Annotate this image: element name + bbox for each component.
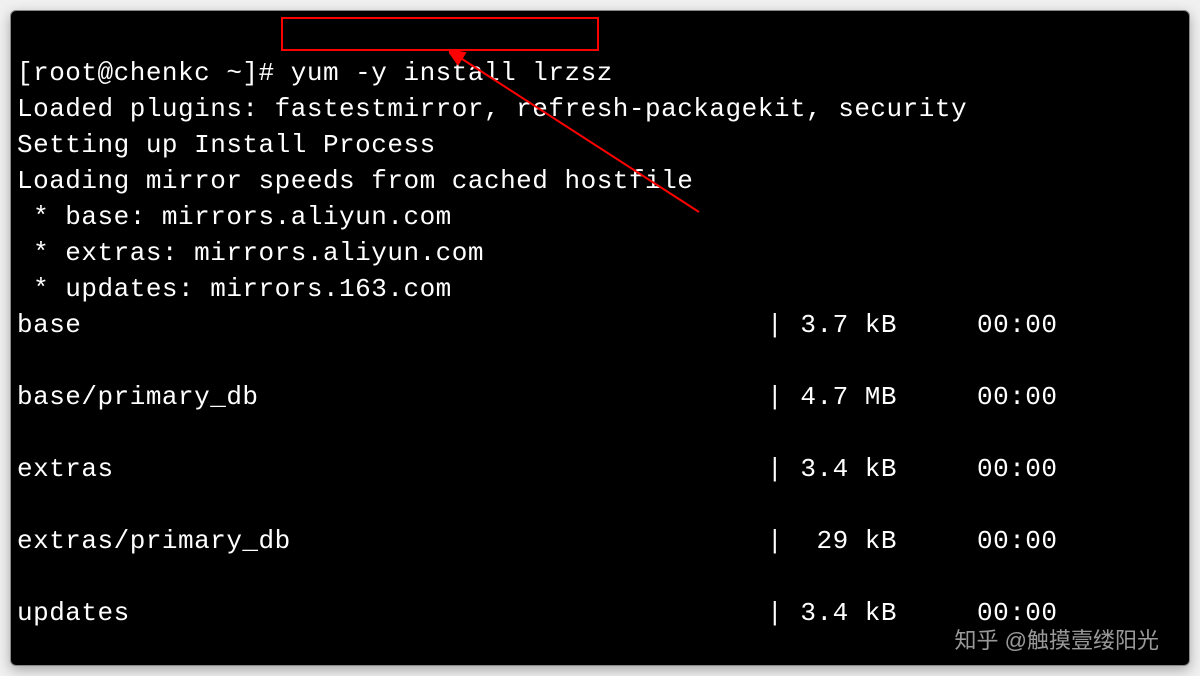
repo-name: extras/primary_db [17, 523, 767, 559]
repo-name: base/primary_db [17, 379, 767, 415]
repo-row: base|3.7 kB 00:00 [17, 307, 1183, 343]
repo-time: 00:00 [977, 451, 1077, 487]
repo-time: 00:00 [977, 595, 1077, 631]
output-setup: Setting up Install Process [17, 130, 436, 160]
prompt-line: [root@chenkc ~]# yum -y install lrzsz [17, 58, 613, 88]
repo-row: base/primary_db|4.7 MB 00:00 [17, 379, 1183, 415]
output-loading: Loading mirror speeds from cached hostfi… [17, 166, 693, 196]
repo-size: 4.7 MB [787, 379, 897, 415]
repo-name: updates [17, 595, 767, 631]
repo-name: extras [17, 451, 767, 487]
repo-time: 00:00 [977, 523, 1077, 559]
repo-time: 00:00 [977, 307, 1077, 343]
repo-row: updates|3.4 kB 00:00 [17, 595, 1183, 631]
separator-bar: | [767, 451, 787, 487]
separator-bar: | [767, 523, 787, 559]
command-text: yum -y install lrzsz [291, 58, 613, 88]
repo-size: 3.7 kB [787, 307, 897, 343]
repo-row: extras/primary_db| 29 kB 00:00 [17, 523, 1183, 559]
separator-bar: | [767, 379, 787, 415]
terminal-window: [root@chenkc ~]# yum -y install lrzsz Lo… [10, 10, 1190, 666]
separator-bar: | [767, 595, 787, 631]
repo-size: 3.4 kB [787, 451, 897, 487]
repo-size: 3.4 kB [787, 595, 897, 631]
separator-bar: | [767, 307, 787, 343]
terminal-output[interactable]: [root@chenkc ~]# yum -y install lrzsz Lo… [17, 19, 1183, 666]
output-plugins: Loaded plugins: fastestmirror, refresh-p… [17, 94, 967, 124]
prompt-prefix: [root@chenkc ~]# [17, 58, 291, 88]
repo-row: extras|3.4 kB 00:00 [17, 451, 1183, 487]
repo-size: 29 kB [787, 523, 897, 559]
output-mirror-base: * base: mirrors.aliyun.com [17, 202, 452, 232]
output-mirror-extras: * extras: mirrors.aliyun.com [17, 238, 484, 268]
repo-name: base [17, 307, 767, 343]
output-mirror-updates: * updates: mirrors.163.com [17, 274, 452, 304]
repo-time: 00:00 [977, 379, 1077, 415]
